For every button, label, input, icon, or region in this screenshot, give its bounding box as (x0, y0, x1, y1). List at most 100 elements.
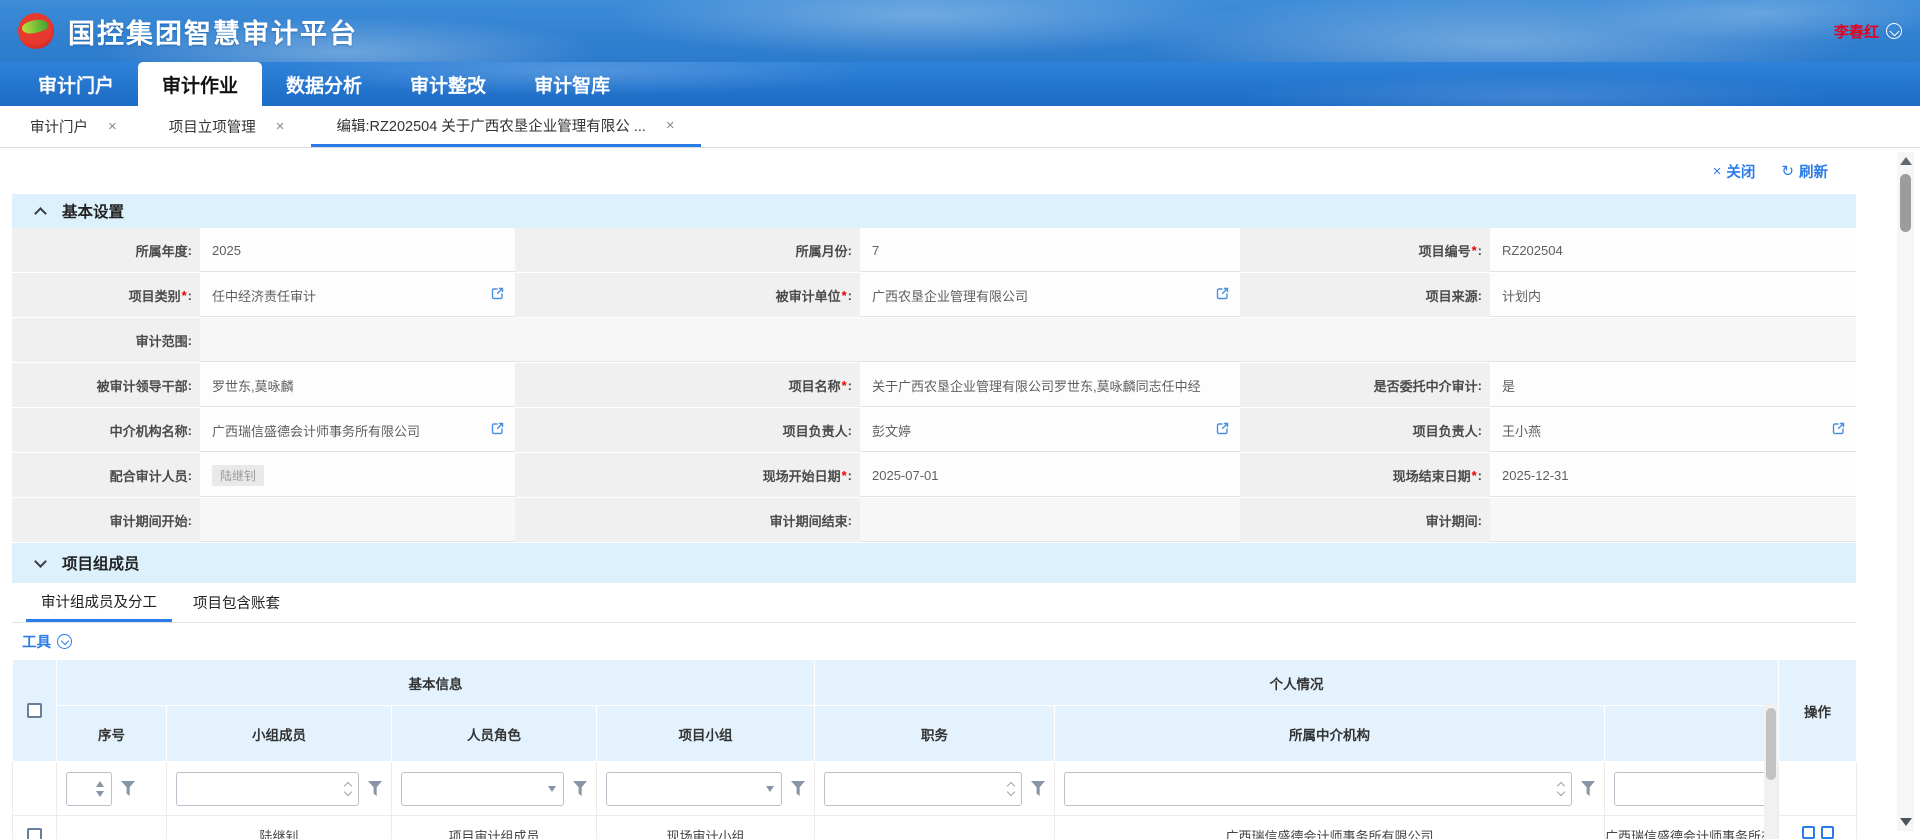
field-value[interactable]: 广西瑞信盛德会计师事务所有限公司 (200, 408, 515, 452)
filter-funnel-icon[interactable] (791, 781, 805, 796)
field-label: 是否委托中介审计: (1240, 363, 1490, 407)
select-arrow-icon[interactable] (766, 786, 774, 792)
filter-funnel-icon[interactable] (1031, 781, 1045, 796)
field-value[interactable]: 计划内 (1490, 273, 1856, 317)
nav-item-0[interactable]: 审计门户 (14, 62, 138, 106)
scroll-down-button[interactable] (1897, 813, 1914, 831)
row-cell-1: 陆继钊 (167, 816, 392, 839)
row-cell-3: 现场审计小组 (597, 816, 815, 839)
combo-arrows-icon[interactable] (1558, 783, 1564, 795)
form-row-5: 配合审计人员:陆继钊现场开始日期*:2025-07-01现场结束日期*:2025… (12, 453, 1856, 497)
field-value[interactable]: 2025-12-31 (1490, 453, 1856, 497)
scroll-up-button[interactable] (1897, 152, 1914, 170)
field-value[interactable]: RZ202504 (1490, 228, 1856, 272)
field-value[interactable]: 彭文婷 (860, 408, 1240, 452)
spinner-arrows-icon[interactable] (96, 781, 104, 797)
external-link-icon[interactable] (1831, 421, 1846, 439)
filter-input[interactable] (614, 773, 766, 805)
text-filter-input[interactable] (1614, 772, 1769, 806)
subtab-1[interactable]: 项目包含账套 (178, 583, 295, 622)
subtab-0[interactable]: 审计组成员及分工 (26, 583, 172, 622)
external-link-icon[interactable] (1215, 421, 1230, 439)
required-asterisk: * (1472, 243, 1477, 258)
field-value[interactable]: 是 (1490, 363, 1856, 407)
filter-funnel-icon[interactable] (368, 781, 382, 796)
page-scrollbar[interactable] (1897, 152, 1914, 831)
filter-action-cell (1779, 762, 1857, 816)
row-checkbox[interactable] (27, 828, 42, 839)
field-value[interactable] (1490, 498, 1856, 542)
filter-funnel-icon[interactable] (121, 781, 135, 796)
field-value-text: 任中经济责任审计 (212, 286, 482, 305)
filter-checkbox-cell (13, 762, 57, 816)
external-link-icon[interactable] (1215, 286, 1230, 304)
filter-input[interactable] (1622, 773, 1761, 805)
external-link-icon[interactable] (490, 421, 505, 439)
filter-funnel-icon[interactable] (573, 781, 587, 796)
table-scrollbar[interactable] (1764, 705, 1778, 839)
field-value[interactable]: 任中经济责任审计 (200, 273, 515, 317)
filter-input[interactable] (409, 773, 548, 805)
combo-filter-input[interactable] (176, 772, 359, 806)
nav-item-2[interactable]: 数据分析 (262, 62, 386, 106)
field-value[interactable]: 2025 (200, 228, 515, 272)
field-value-text: 罗世东,莫咏麟 (212, 376, 505, 395)
field-value[interactable]: 关于广西农垦企业管理有限公司罗世东,莫咏麟同志任中经 (860, 363, 1240, 407)
filter-cell-0 (57, 762, 167, 816)
row-cell-4 (815, 816, 1055, 839)
field-value[interactable]: 2025-07-01 (860, 453, 1240, 497)
select-arrow-icon[interactable] (548, 786, 556, 792)
chevron-down-icon[interactable] (1886, 23, 1902, 39)
tools-menu-button[interactable]: 工具 (22, 631, 51, 652)
combo-filter-input[interactable] (824, 772, 1022, 806)
nav-item-3[interactable]: 审计整改 (386, 62, 510, 106)
chevron-down-circle-icon[interactable] (57, 634, 72, 649)
row-action-icon[interactable] (1821, 826, 1834, 839)
tab-close-icon[interactable]: × (666, 117, 675, 134)
nav-item-1[interactable]: 审计作业 (138, 62, 262, 106)
filter-funnel-icon[interactable] (1581, 781, 1595, 796)
user-menu[interactable]: 李春红 (1834, 21, 1902, 42)
select-all-checkbox[interactable] (27, 703, 42, 718)
field-value[interactable] (860, 498, 1240, 542)
filter-input[interactable] (832, 773, 1004, 805)
page-scrollbar-thumb[interactable] (1900, 174, 1911, 232)
select-filter-input[interactable] (401, 772, 564, 806)
filter-input[interactable] (74, 773, 93, 805)
main-nav: 审计门户审计作业数据分析审计整改审计智库 (0, 62, 1920, 106)
refresh-page-button[interactable]: ↻ 刷新 (1781, 161, 1828, 182)
select-filter-input[interactable] (606, 772, 782, 806)
combo-filter-input[interactable] (1064, 772, 1572, 806)
user-name[interactable]: 李春红 (1834, 21, 1879, 42)
nav-item-4[interactable]: 审计智库 (510, 62, 634, 106)
number-filter-input[interactable] (66, 772, 112, 806)
row-action-icon[interactable] (1802, 826, 1815, 839)
doc-tab-0[interactable]: 审计门户× (4, 106, 143, 147)
field-value-text: 2025-07-01 (872, 468, 1230, 483)
form-row-6: 审计期间开始:审计期间结束:审计期间: (12, 498, 1856, 542)
field-value[interactable]: 7 (860, 228, 1240, 272)
field-value[interactable]: 罗世东,莫咏麟 (200, 363, 515, 407)
field-value[interactable]: 广西农垦企业管理有限公司 (860, 273, 1240, 317)
tab-close-icon[interactable]: × (276, 118, 285, 135)
combo-arrows-icon[interactable] (1008, 783, 1014, 795)
field-value-text: 是 (1502, 376, 1846, 395)
chevron-up-icon (34, 207, 47, 220)
doc-tab-1[interactable]: 项目立项管理× (143, 106, 311, 147)
column-header-1: 小组成员 (167, 706, 392, 762)
field-value[interactable] (200, 498, 515, 542)
external-link-icon[interactable] (490, 286, 505, 304)
close-page-button[interactable]: × 关闭 (1713, 161, 1756, 182)
table-scrollbar-thumb[interactable] (1766, 708, 1776, 780)
filter-input[interactable] (1072, 773, 1554, 805)
filter-cell-3 (597, 762, 815, 816)
field-value[interactable] (200, 318, 1856, 362)
field-value[interactable]: 王小燕 (1490, 408, 1856, 452)
tab-close-icon[interactable]: × (108, 118, 117, 135)
field-value[interactable]: 陆继钊 (200, 453, 515, 497)
section-header-team-members[interactable]: 项目组成员 (12, 543, 1856, 583)
doc-tab-2[interactable]: 编辑:RZ202504 关于广西农垦企业管理有限公 ...× (311, 106, 701, 147)
section-header-basic-settings[interactable]: 基本设置 (12, 194, 1856, 228)
filter-input[interactable] (184, 773, 341, 805)
combo-arrows-icon[interactable] (345, 783, 351, 795)
